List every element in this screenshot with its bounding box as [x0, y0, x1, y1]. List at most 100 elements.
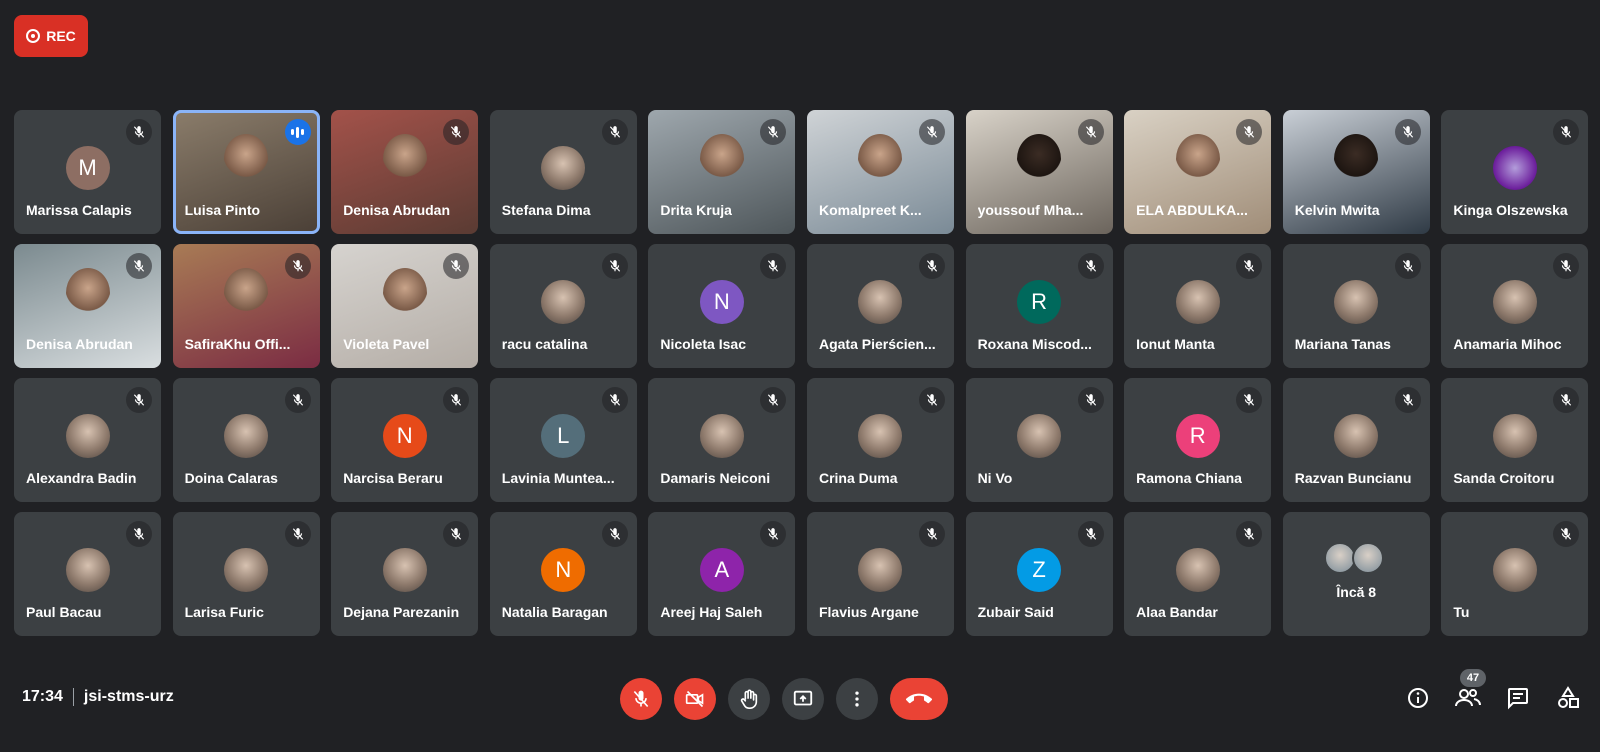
participant-tile[interactable]: youssouf Mha... — [965, 110, 1113, 234]
participant-name: Anamaria Mihoc — [1453, 336, 1562, 352]
mic-off-icon — [1553, 521, 1580, 547]
more-options-button[interactable] — [836, 678, 878, 720]
mic-off-icon — [601, 521, 628, 547]
participant-tile[interactable]: Damaris Neiconi — [648, 378, 796, 502]
mic-off-icon — [601, 253, 628, 279]
mic-off-icon — [443, 253, 470, 279]
participant-tile[interactable]: Anamaria Mihoc — [1441, 244, 1589, 368]
mic-off-icon — [1553, 119, 1580, 145]
avatar — [858, 414, 903, 458]
side-panel-buttons: 47 — [1404, 669, 1582, 712]
overflow-avatars — [1324, 542, 1385, 574]
participant-tile[interactable]: M Marissa Calapis — [14, 110, 161, 234]
participant-tile[interactable]: Mariana Tanas — [1282, 244, 1430, 368]
participant-name: Agata Pierścien... — [818, 336, 936, 352]
recording-indicator[interactable]: REC — [14, 15, 88, 57]
participant-tile[interactable]: racu catalina — [489, 244, 637, 368]
mic-off-icon — [633, 690, 649, 708]
video-feed — [382, 268, 427, 318]
activities-button[interactable] — [1554, 684, 1582, 712]
participant-tile[interactable]: N Narcisa Beraru — [331, 378, 479, 502]
participant-name: Stefana Dima — [501, 202, 591, 218]
avatar — [1175, 548, 1220, 592]
present-button[interactable] — [782, 678, 824, 720]
avatar — [1492, 548, 1537, 592]
avatar — [1492, 414, 1537, 458]
video-feed — [382, 134, 427, 184]
avatar — [1492, 280, 1537, 324]
participant-tile[interactable]: Sanda Croitoru — [1441, 378, 1589, 502]
participant-name: Lavinia Muntea... — [501, 470, 615, 486]
avatar — [65, 414, 110, 458]
participant-tile[interactable]: Stefana Dima — [489, 110, 637, 234]
participant-tile[interactable]: N Natalia Baragan — [489, 512, 637, 636]
participant-name: Luisa Pinto — [184, 202, 261, 218]
participant-tile[interactable]: Komalpreet K... — [806, 110, 954, 234]
avatar — [699, 414, 744, 458]
mic-toggle-button[interactable] — [620, 678, 662, 720]
people-button[interactable]: 47 — [1454, 669, 1486, 712]
participant-tile[interactable]: Ni Vo — [965, 378, 1113, 502]
chat-button[interactable] — [1504, 684, 1532, 712]
participant-tile[interactable]: Crina Duma — [806, 378, 954, 502]
participant-tile[interactable]: Violeta Pavel — [331, 244, 479, 368]
avatar: N — [541, 548, 586, 592]
participant-tile[interactable]: A Areej Haj Saleh — [648, 512, 796, 636]
raise-hand-button[interactable] — [728, 678, 770, 720]
avatar — [858, 548, 903, 592]
avatar — [1334, 414, 1379, 458]
participant-tile[interactable]: Doina Calaras — [172, 378, 320, 502]
participant-grid: M Marissa Calapis Luisa Pinto Denisa Abruda… — [14, 110, 1589, 636]
participant-tile[interactable]: R Roxana Miscod... — [965, 244, 1113, 368]
participant-tile[interactable]: Drita Kruja — [648, 110, 796, 234]
mic-off-icon — [443, 119, 470, 145]
leave-call-button[interactable] — [890, 678, 948, 720]
participant-tile[interactable]: Tu — [1441, 512, 1589, 636]
participant-name: Kelvin Mwita — [1294, 202, 1380, 218]
avatar — [1017, 414, 1062, 458]
participant-tile[interactable]: Paul Bacau — [14, 512, 161, 636]
participant-name: Larisa Furic — [184, 604, 264, 620]
call-controls — [620, 678, 948, 720]
participant-tile[interactable]: R Ramona Chiana — [1124, 378, 1272, 502]
participant-tile[interactable]: SafiraKhu Offi... — [172, 244, 320, 368]
participant-tile[interactable]: Razvan Buncianu — [1282, 378, 1430, 502]
participant-tile[interactable]: Luisa Pinto — [172, 110, 320, 234]
meeting-code[interactable]: jsi-stms-urz — [84, 688, 174, 706]
avatar — [1175, 280, 1220, 324]
participant-tile[interactable]: Kinga Olszewska — [1441, 110, 1589, 234]
participant-tile[interactable]: Denisa Abrudan — [14, 244, 161, 368]
participant-tile[interactable]: Agata Pierścien... — [806, 244, 954, 368]
participant-tile[interactable]: Alexandra Badin — [14, 378, 161, 502]
participant-name: Nicoleta Isac — [660, 336, 746, 352]
participant-tile[interactable]: Denisa Abrudan — [331, 110, 479, 234]
participant-tile[interactable]: N Nicoleta Isac — [648, 244, 796, 368]
participant-tile[interactable]: Ionut Manta — [1124, 244, 1272, 368]
participant-tile[interactable]: Kelvin Mwita — [1282, 110, 1430, 234]
camera-toggle-button[interactable] — [674, 678, 716, 720]
more-participants-label: Încă 8 — [1336, 584, 1377, 600]
participant-name: Paul Bacau — [26, 604, 102, 620]
mic-off-icon — [1236, 387, 1263, 413]
participant-name: Komalpreet K... — [818, 202, 922, 218]
participant-name: Areej Haj Saleh — [660, 604, 763, 620]
participant-name: Sanda Croitoru — [1453, 470, 1555, 486]
video-feed — [224, 268, 269, 318]
participant-tile[interactable]: Încă 8 — [1282, 512, 1430, 636]
participant-tile[interactable]: ELA ABDULKA... — [1124, 110, 1272, 234]
participant-tile[interactable]: L Lavinia Muntea... — [489, 378, 637, 502]
mic-off-icon — [1077, 119, 1104, 145]
participant-tile[interactable]: Alaa Bandar — [1124, 512, 1272, 636]
participant-name: Denisa Abrudan — [343, 202, 451, 218]
mic-off-icon — [1236, 119, 1263, 145]
meeting-details-button[interactable] — [1404, 684, 1432, 712]
participant-tile[interactable]: Dejana Parezanin — [331, 512, 479, 636]
participant-name: Mariana Tanas — [1294, 336, 1391, 352]
participant-tile[interactable]: Flavius Argane — [806, 512, 954, 636]
participant-tile[interactable]: Larisa Furic — [172, 512, 320, 636]
mic-off-icon — [601, 119, 628, 145]
divider — [72, 688, 74, 706]
participant-tile[interactable]: Z Zubair Said — [965, 512, 1113, 636]
present-screen-icon — [793, 690, 813, 706]
avatar: R — [1175, 414, 1220, 458]
